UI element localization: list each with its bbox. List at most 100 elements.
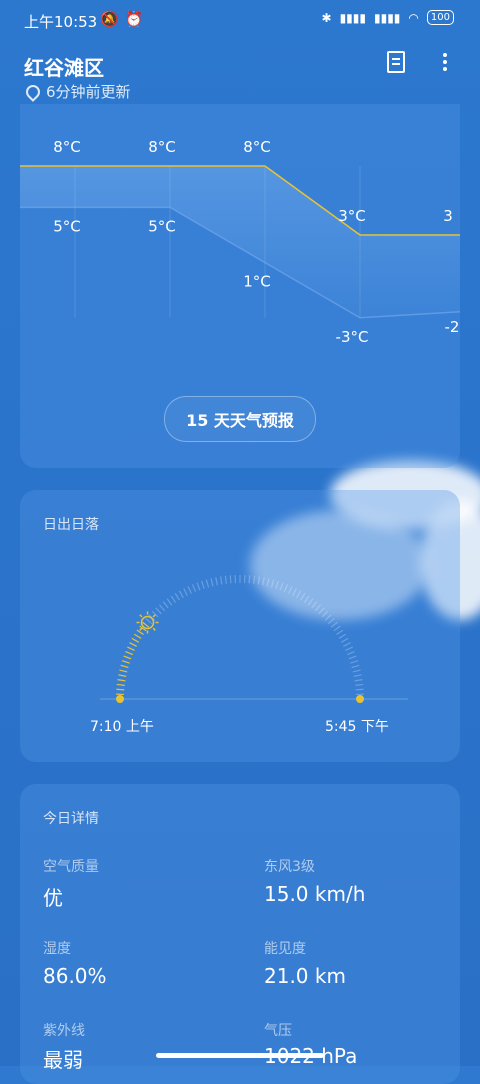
- sun-arc-tick: [163, 602, 168, 608]
- wind-value: 15.0 km/h: [264, 882, 365, 906]
- update-time: 6分钟前更新: [46, 81, 131, 102]
- sun-arc-tick: [121, 665, 129, 667]
- sun-arc-tick: [134, 634, 141, 638]
- 15-day-forecast-button[interactable]: 15 天天气预报: [164, 396, 316, 442]
- home-indicator[interactable]: [156, 1053, 324, 1058]
- sun-arc-tick: [197, 583, 200, 591]
- mute-icon: 🔕: [100, 10, 125, 28]
- sun-arc-tick: [308, 599, 313, 605]
- sunset-dot: [356, 695, 364, 703]
- low-temp-label: -3°C: [336, 328, 369, 346]
- sun-arc-tick: [188, 586, 191, 593]
- sun-arc-tick: [355, 684, 363, 685]
- signal-icon: ▮▮▮▮: [374, 11, 400, 25]
- sun-arc-tick: [137, 630, 144, 634]
- sun-arc-tick: [297, 591, 301, 598]
- temperature-chart: 8°C8°C8°C3°C35°C5°C1°C-3°C-2: [0, 104, 480, 364]
- visibility-value: 21.0 km: [264, 964, 346, 988]
- battery-icon: 100: [427, 10, 454, 25]
- sun-arc-tick: [127, 647, 134, 650]
- status-bar: 上午10:53 🔕⏰ ✱ ▮▮▮▮ ▮▮▮▮ ◠ 100: [0, 0, 480, 40]
- sunrise-time: 7:10 上午: [90, 716, 154, 736]
- sun-arc-tick: [225, 576, 226, 584]
- sun-arc-tick: [328, 618, 334, 623]
- sun-arc-tick: [356, 689, 364, 690]
- low-temp-label: 1°C: [243, 273, 271, 291]
- signal-icon: ▮▮▮▮: [340, 11, 366, 25]
- humidity-value: 86.0%: [43, 964, 107, 988]
- wind-label: 东风3级: [264, 856, 315, 876]
- sun-arc-tick: [216, 577, 218, 585]
- sun-arc-tick: [349, 656, 357, 659]
- high-temp-label: 3°C: [338, 207, 366, 225]
- city-list-button[interactable]: [382, 48, 410, 76]
- sun-arc-tick: [146, 618, 152, 623]
- sun-arc-tick: [334, 626, 340, 631]
- sun-arc-tick: [156, 608, 161, 614]
- humidity-label: 湿度: [43, 938, 71, 958]
- sun-arc-tick: [354, 675, 362, 677]
- sun-arc-tick: [175, 593, 179, 600]
- sun-ray: [140, 615, 142, 617]
- sun-arc-tick: [179, 591, 183, 598]
- high-temp-label: 3: [443, 207, 453, 225]
- sun-arc-tick: [211, 578, 213, 586]
- sun-arc-tick: [184, 589, 188, 596]
- sun-arc-tick: [258, 577, 259, 585]
- sun-arc-tick: [171, 596, 175, 603]
- sun-arc-tick: [301, 593, 305, 600]
- alarm-icon: ⏰: [125, 10, 150, 28]
- sun-arc-tick: [352, 665, 360, 667]
- sun-ray: [153, 615, 155, 617]
- sun-arc-tick: [276, 581, 278, 589]
- sun-arc-tick: [118, 675, 126, 677]
- more-menu-button[interactable]: [431, 48, 459, 76]
- sun-arc-chart: [20, 490, 460, 762]
- sun-arc-tick: [202, 581, 204, 589]
- sun-arc-tick: [254, 576, 255, 584]
- sun-arc-tick: [117, 684, 125, 685]
- details-title: 今日详情: [43, 808, 99, 828]
- wifi-icon: ◠: [408, 11, 418, 25]
- high-temp-label: 8°C: [53, 138, 81, 156]
- sun-arc-tick: [122, 661, 130, 663]
- sun-arc-tick: [331, 622, 337, 627]
- sun-arc-tick: [325, 615, 331, 620]
- sun-arc-tick: [322, 611, 328, 617]
- sun-arc-tick: [341, 638, 348, 642]
- sun-arc-tick: [132, 638, 139, 642]
- sun-arc-tick: [347, 652, 354, 655]
- details-card: [20, 784, 460, 1084]
- sun-ray: [153, 628, 155, 630]
- sun-arc-tick: [339, 634, 346, 638]
- document-icon: [387, 51, 405, 73]
- sun-arc-tick: [345, 647, 352, 650]
- status-left-icons: 🔕⏰: [100, 10, 149, 28]
- sun-arc-tick: [249, 575, 250, 583]
- sun-arc-tick: [159, 605, 164, 611]
- sun-arc-tick: [343, 643, 350, 647]
- sun-arc-tick: [293, 589, 297, 596]
- air-quality-label: 空气质量: [43, 856, 99, 876]
- status-right-icons: ✱ ▮▮▮▮ ▮▮▮▮ ◠ 100: [322, 10, 454, 25]
- sun-arc-tick: [319, 608, 324, 614]
- sun-arc-tick: [355, 680, 363, 681]
- temperature-range-area: [20, 166, 460, 318]
- sun-arc-tick: [124, 656, 132, 659]
- sun-arc-tick: [167, 599, 172, 605]
- sun-arc-tick: [271, 580, 273, 588]
- sun-arc-tick: [304, 596, 308, 603]
- low-temp-label: 5°C: [53, 217, 81, 235]
- low-temp-label: 5°C: [148, 217, 176, 235]
- sun-arc-tick: [312, 602, 317, 608]
- sun-ray: [140, 628, 142, 630]
- sun-arc-tick: [289, 586, 292, 593]
- sun-arc-tick: [125, 652, 132, 655]
- sun-arc-tick: [263, 577, 265, 585]
- uv-label: 紫外线: [43, 1020, 85, 1040]
- more-vertical-icon: [443, 53, 447, 71]
- sun-arc-tick: [280, 583, 283, 591]
- sun-arc-tick: [118, 680, 126, 681]
- sunrise-dot: [116, 695, 124, 703]
- update-status: 6分钟前更新: [26, 81, 131, 102]
